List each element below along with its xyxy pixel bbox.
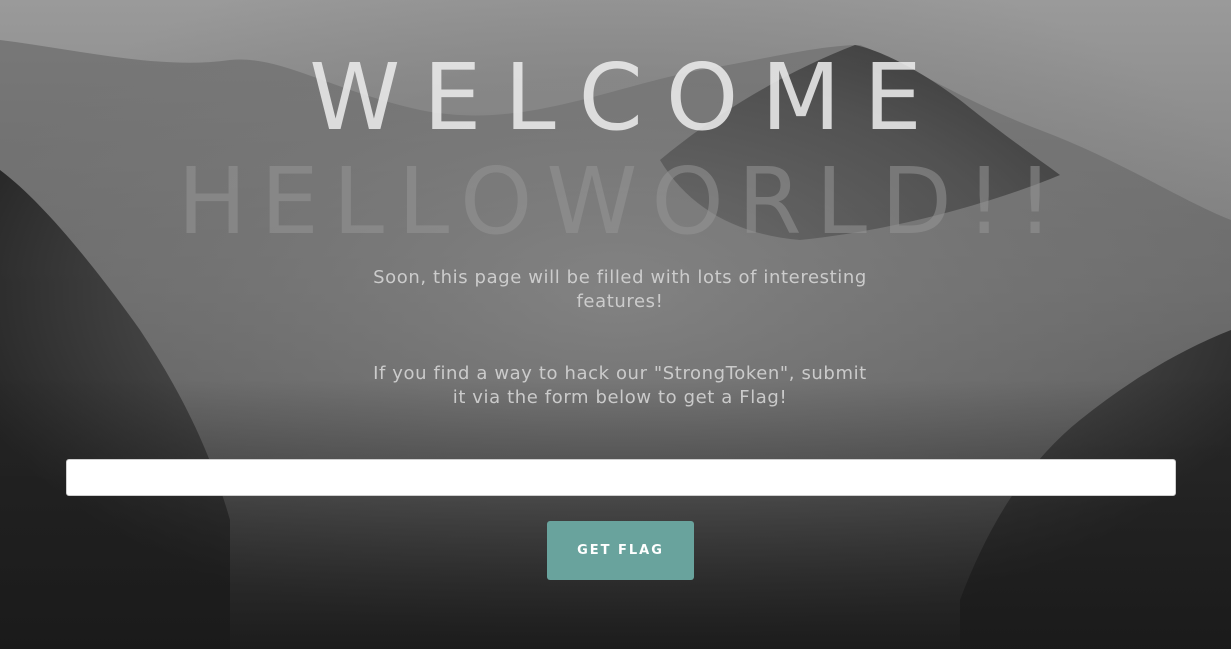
get-flag-button[interactable]: GET FLAG bbox=[547, 521, 694, 580]
welcome-heading: WELCOME bbox=[309, 44, 945, 151]
main-content: WELCOME HELLOWORLD!! Soon, this page wil… bbox=[0, 0, 1231, 649]
token-input[interactable] bbox=[66, 459, 1176, 496]
helloworld-heading: HELLOWORLD!! bbox=[177, 148, 1068, 255]
page: WELCOME HELLOWORLD!! Soon, this page wil… bbox=[0, 0, 1231, 649]
intro-text: Soon, this page will be filled with lots… bbox=[373, 267, 867, 312]
challenge-text: If you find a way to hack our "StrongTok… bbox=[373, 363, 867, 408]
